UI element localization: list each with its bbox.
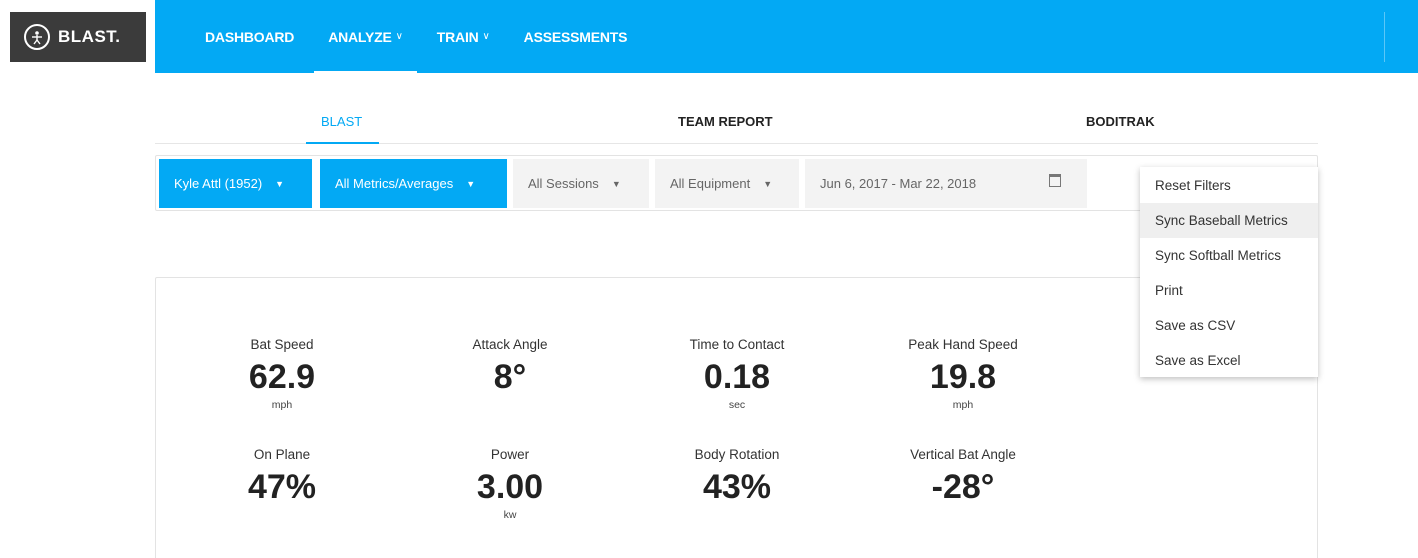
- menu-item-save-excel[interactable]: Save as Excel: [1140, 343, 1318, 378]
- metric-vertical-bat-angle: Vertical Bat Angle -28°: [863, 447, 1063, 509]
- tab-team-report[interactable]: TEAM REPORT: [678, 114, 773, 129]
- nav-item-analyze[interactable]: ANALYZE ∨: [314, 0, 417, 73]
- metric-label: Body Rotation: [694, 447, 780, 462]
- caret-down-icon: ▼: [763, 178, 773, 189]
- nav-label: ANALYZE: [328, 28, 392, 45]
- topbar-divider: [1384, 12, 1385, 62]
- metric-value: 8°: [493, 358, 527, 396]
- equipment-select-value: All Equipment: [670, 176, 751, 191]
- nav-label: TRAIN: [436, 28, 479, 45]
- metric-label: Attack Angle: [472, 337, 548, 352]
- metric-unit: mph: [952, 399, 974, 411]
- caret-down-icon: ▼: [611, 178, 621, 189]
- metric-value: 47%: [247, 468, 317, 506]
- nav-item-assessments[interactable]: ASSESSMENTS: [524, 0, 628, 73]
- metric-value: 0.18: [703, 358, 771, 396]
- metric-label: Vertical Bat Angle: [910, 447, 1016, 462]
- metric-unit: sec: [728, 399, 746, 411]
- sub-tabs: BLAST TEAM REPORT BODITRAK: [155, 106, 1318, 144]
- tab-boditrak[interactable]: BODITRAK: [1086, 114, 1155, 129]
- sessions-select-value: All Sessions: [528, 176, 599, 191]
- metric-unit: kw: [503, 509, 517, 521]
- metric-label: Bat Speed: [250, 337, 314, 352]
- calendar-icon: [1049, 174, 1061, 187]
- metric-bat-speed: Bat Speed 62.9 mph: [182, 337, 382, 411]
- metrics-select[interactable]: All Metrics/Averages ▼: [320, 159, 507, 208]
- metric-peak-hand-speed: Peak Hand Speed 19.8 mph: [863, 337, 1063, 411]
- metric-value: 43%: [702, 468, 772, 506]
- nav-item-train[interactable]: TRAIN ∨: [437, 0, 490, 73]
- metric-value: 19.8: [929, 358, 997, 396]
- blast-figure-icon: [24, 24, 50, 50]
- nav-label: DASHBOARD: [205, 28, 295, 45]
- metric-unit: mph: [271, 399, 293, 411]
- active-tab-indicator: [306, 142, 379, 144]
- metric-label: On Plane: [253, 447, 311, 462]
- nav-item-dashboard[interactable]: DASHBOARD: [205, 0, 294, 73]
- metric-label: Power: [490, 447, 530, 462]
- chevron-down-icon: ∨: [395, 31, 403, 42]
- date-range-picker[interactable]: Jun 6, 2017 - Mar 22, 2018: [805, 159, 1087, 208]
- caret-down-icon: ▼: [466, 178, 476, 189]
- metric-value: 3.00: [476, 468, 544, 506]
- menu-item-save-csv[interactable]: Save as CSV: [1140, 308, 1318, 343]
- menu-item-sync-softball-metrics[interactable]: Sync Softball Metrics: [1140, 238, 1318, 273]
- chevron-down-icon: ∨: [482, 31, 490, 42]
- main-nav: DASHBOARD ANALYZE ∨ TRAIN ∨ ASSESSMENTS: [205, 0, 661, 73]
- player-select[interactable]: Kyle Attl (1952) ▼: [159, 159, 312, 208]
- metric-value: -28°: [931, 468, 995, 506]
- metric-label: Peak Hand Speed: [908, 337, 1018, 352]
- brand-logo[interactable]: BLAST.: [10, 12, 146, 62]
- equipment-select[interactable]: All Equipment ▼: [655, 159, 799, 208]
- metric-time-to-contact: Time to Contact 0.18 sec: [637, 337, 837, 411]
- metric-power: Power 3.00 kw: [410, 447, 610, 521]
- actions-menu: Reset Filters Sync Baseball Metrics Sync…: [1140, 167, 1318, 377]
- menu-item-sync-baseball-metrics[interactable]: Sync Baseball Metrics: [1140, 203, 1318, 238]
- top-nav-bar: DASHBOARD ANALYZE ∨ TRAIN ∨ ASSESSMENTS: [155, 0, 1418, 73]
- menu-item-print[interactable]: Print: [1140, 273, 1318, 308]
- sessions-select[interactable]: All Sessions ▼: [513, 159, 649, 208]
- metric-on-plane: On Plane 47%: [182, 447, 382, 509]
- player-select-value: Kyle Attl (1952): [174, 176, 263, 191]
- date-range-value: Jun 6, 2017 - Mar 22, 2018: [820, 176, 977, 191]
- metric-attack-angle: Attack Angle 8°: [410, 337, 610, 399]
- nav-label: ASSESSMENTS: [523, 28, 628, 45]
- caret-down-icon: ▼: [275, 178, 285, 189]
- metric-label: Time to Contact: [689, 337, 785, 352]
- tab-blast[interactable]: BLAST: [321, 114, 362, 129]
- metric-value: 62.9: [248, 358, 316, 396]
- logo-text: BLAST.: [58, 27, 121, 46]
- metric-body-rotation: Body Rotation 43%: [637, 447, 837, 509]
- metrics-select-value: All Metrics/Averages: [335, 176, 454, 191]
- menu-item-reset-filters[interactable]: Reset Filters: [1140, 168, 1318, 203]
